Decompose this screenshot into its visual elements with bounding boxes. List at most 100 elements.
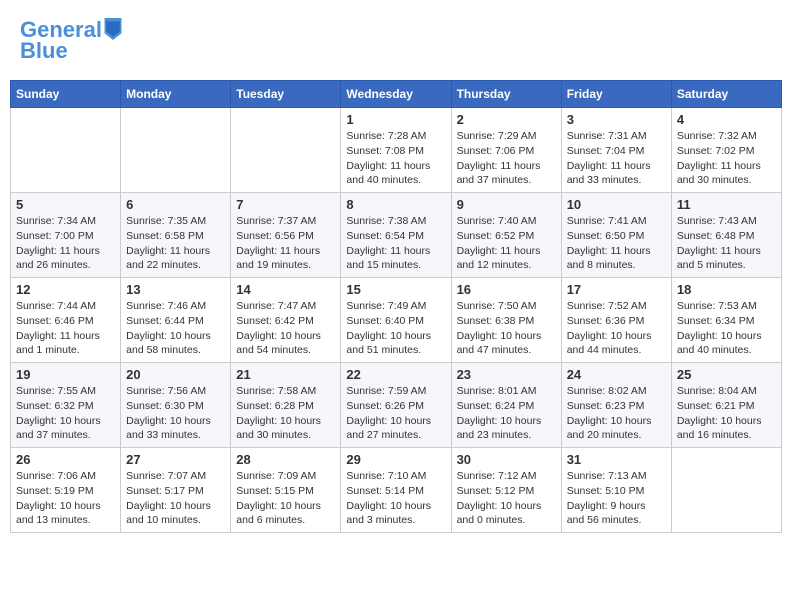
day-number: 20 [126, 367, 225, 382]
header-day-sunday: Sunday [11, 81, 121, 108]
empty-cell [231, 108, 341, 193]
day-cell-5: 5 Sunrise: 7:34 AMSunset: 7:00 PMDaylight… [11, 193, 121, 278]
day-cell-16: 16 Sunrise: 7:50 AMSunset: 6:38 PMDayligh… [451, 278, 561, 363]
day-info: Sunrise: 7:46 AMSunset: 6:44 PMDaylight:… [126, 299, 225, 358]
calendar-table: SundayMondayTuesdayWednesdayThursdayFrid… [10, 80, 782, 533]
day-info: Sunrise: 7:34 AMSunset: 7:00 PMDaylight:… [16, 214, 115, 273]
day-cell-6: 6 Sunrise: 7:35 AMSunset: 6:58 PMDaylight… [121, 193, 231, 278]
week-row-4: 19Sunrise: 7:55 AMSunset: 6:32 PMDayligh… [11, 363, 782, 448]
day-number: 7 [236, 197, 335, 212]
day-info: Sunrise: 7:37 AMSunset: 6:56 PMDaylight:… [236, 214, 335, 273]
day-number: 4 [677, 112, 776, 127]
header-day-friday: Friday [561, 81, 671, 108]
header-day-tuesday: Tuesday [231, 81, 341, 108]
day-info: Sunrise: 7:49 AMSunset: 6:40 PMDaylight:… [346, 299, 445, 358]
day-cell-4: 4 Sunrise: 7:32 AMSunset: 7:02 PMDaylight… [671, 108, 781, 193]
day-info: Sunrise: 7:59 AMSunset: 6:26 PMDaylight:… [346, 384, 445, 443]
day-number: 12 [16, 282, 115, 297]
day-info: Sunrise: 7:38 AMSunset: 6:54 PMDaylight:… [346, 214, 445, 273]
day-info: Sunrise: 7:31 AMSunset: 7:04 PMDaylight:… [567, 129, 666, 188]
day-number: 3 [567, 112, 666, 127]
day-info: Sunrise: 7:35 AMSunset: 6:58 PMDaylight:… [126, 214, 225, 273]
page-header: General Blue [10, 10, 782, 72]
header-day-monday: Monday [121, 81, 231, 108]
day-number: 9 [457, 197, 556, 212]
week-row-5: 26 Sunrise: 7:06 AMSunset: 5:19 PMDayligh… [11, 448, 782, 533]
day-number: 25 [677, 367, 776, 382]
header-day-wednesday: Wednesday [341, 81, 451, 108]
day-cell-28: 28 Sunrise: 7:09 AMSunset: 5:15 PMDayligh… [231, 448, 341, 533]
day-info: Sunrise: 7:12 AMSunset: 5:12 PMDaylight:… [457, 469, 556, 528]
day-number: 23 [457, 367, 556, 382]
header-day-saturday: Saturday [671, 81, 781, 108]
day-cell-31: 31 Sunrise: 7:13 AMSunset: 5:10 PMDayligh… [561, 448, 671, 533]
day-number: 16 [457, 282, 556, 297]
day-cell-29: 29Sunrise: 7:10 AMSunset: 5:14 PMDayligh… [341, 448, 451, 533]
day-info: Sunrise: 7:43 AMSunset: 6:48 PMDaylight:… [677, 214, 776, 273]
logo-icon [104, 18, 122, 40]
empty-cell [11, 108, 121, 193]
day-number: 6 [126, 197, 225, 212]
day-cell-17: 17Sunrise: 7:52 AMSunset: 6:36 PMDayligh… [561, 278, 671, 363]
day-info: Sunrise: 7:07 AMSunset: 5:17 PMDaylight:… [126, 469, 225, 528]
day-number: 1 [346, 112, 445, 127]
day-cell-26: 26 Sunrise: 7:06 AMSunset: 5:19 PMDayligh… [11, 448, 121, 533]
day-cell-15: 15Sunrise: 7:49 AMSunset: 6:40 PMDayligh… [341, 278, 451, 363]
day-info: Sunrise: 7:13 AMSunset: 5:10 PMDaylight:… [567, 469, 666, 528]
day-info: Sunrise: 7:53 AMSunset: 6:34 PMDaylight:… [677, 299, 776, 358]
day-info: Sunrise: 7:52 AMSunset: 6:36 PMDaylight:… [567, 299, 666, 358]
day-number: 21 [236, 367, 335, 382]
empty-cell [671, 448, 781, 533]
day-cell-21: 21 Sunrise: 7:58 AMSunset: 6:28 PMDayligh… [231, 363, 341, 448]
day-cell-25: 25 Sunrise: 8:04 AMSunset: 6:21 PMDayligh… [671, 363, 781, 448]
day-number: 31 [567, 452, 666, 467]
day-info: Sunrise: 8:02 AMSunset: 6:23 PMDaylight:… [567, 384, 666, 443]
day-info: Sunrise: 7:50 AMSunset: 6:38 PMDaylight:… [457, 299, 556, 358]
day-number: 5 [16, 197, 115, 212]
day-number: 2 [457, 112, 556, 127]
calendar-body: 1Sunrise: 7:28 AMSunset: 7:08 PMDaylight… [11, 108, 782, 533]
day-cell-12: 12 Sunrise: 7:44 AMSunset: 6:46 PMDayligh… [11, 278, 121, 363]
day-cell-22: 22Sunrise: 7:59 AMSunset: 6:26 PMDayligh… [341, 363, 451, 448]
day-info: Sunrise: 7:06 AMSunset: 5:19 PMDaylight:… [16, 469, 115, 528]
day-info: Sunrise: 8:01 AMSunset: 6:24 PMDaylight:… [457, 384, 556, 443]
day-number: 11 [677, 197, 776, 212]
day-number: 18 [677, 282, 776, 297]
day-info: Sunrise: 7:58 AMSunset: 6:28 PMDaylight:… [236, 384, 335, 443]
day-cell-24: 24 Sunrise: 8:02 AMSunset: 6:23 PMDayligh… [561, 363, 671, 448]
day-number: 13 [126, 282, 225, 297]
day-cell-14: 14Sunrise: 7:47 AMSunset: 6:42 PMDayligh… [231, 278, 341, 363]
header-day-thursday: Thursday [451, 81, 561, 108]
week-row-1: 1Sunrise: 7:28 AMSunset: 7:08 PMDaylight… [11, 108, 782, 193]
logo: General Blue [20, 18, 122, 64]
day-cell-7: 7 Sunrise: 7:37 AMSunset: 6:56 PMDaylight… [231, 193, 341, 278]
day-info: Sunrise: 7:41 AMSunset: 6:50 PMDaylight:… [567, 214, 666, 273]
calendar-header: SundayMondayTuesdayWednesdayThursdayFrid… [11, 81, 782, 108]
day-number: 26 [16, 452, 115, 467]
week-row-2: 5 Sunrise: 7:34 AMSunset: 7:00 PMDaylight… [11, 193, 782, 278]
day-number: 28 [236, 452, 335, 467]
week-row-3: 12 Sunrise: 7:44 AMSunset: 6:46 PMDayligh… [11, 278, 782, 363]
day-cell-19: 19Sunrise: 7:55 AMSunset: 6:32 PMDayligh… [11, 363, 121, 448]
header-row: SundayMondayTuesdayWednesdayThursdayFrid… [11, 81, 782, 108]
day-info: Sunrise: 8:04 AMSunset: 6:21 PMDaylight:… [677, 384, 776, 443]
day-cell-2: 2 Sunrise: 7:29 AMSunset: 7:06 PMDaylight… [451, 108, 561, 193]
day-number: 27 [126, 452, 225, 467]
day-info: Sunrise: 7:44 AMSunset: 6:46 PMDaylight:… [16, 299, 115, 358]
day-cell-11: 11 Sunrise: 7:43 AMSunset: 6:48 PMDayligh… [671, 193, 781, 278]
day-number: 8 [346, 197, 445, 212]
day-cell-23: 23 Sunrise: 8:01 AMSunset: 6:24 PMDayligh… [451, 363, 561, 448]
day-number: 19 [16, 367, 115, 382]
day-number: 14 [236, 282, 335, 297]
day-info: Sunrise: 7:29 AMSunset: 7:06 PMDaylight:… [457, 129, 556, 188]
day-cell-18: 18 Sunrise: 7:53 AMSunset: 6:34 PMDayligh… [671, 278, 781, 363]
day-number: 24 [567, 367, 666, 382]
empty-cell [121, 108, 231, 193]
day-cell-30: 30 Sunrise: 7:12 AMSunset: 5:12 PMDayligh… [451, 448, 561, 533]
day-cell-20: 20 Sunrise: 7:56 AMSunset: 6:30 PMDayligh… [121, 363, 231, 448]
day-info: Sunrise: 7:32 AMSunset: 7:02 PMDaylight:… [677, 129, 776, 188]
day-info: Sunrise: 7:09 AMSunset: 5:15 PMDaylight:… [236, 469, 335, 528]
day-number: 30 [457, 452, 556, 467]
day-cell-10: 10Sunrise: 7:41 AMSunset: 6:50 PMDayligh… [561, 193, 671, 278]
day-info: Sunrise: 7:56 AMSunset: 6:30 PMDaylight:… [126, 384, 225, 443]
